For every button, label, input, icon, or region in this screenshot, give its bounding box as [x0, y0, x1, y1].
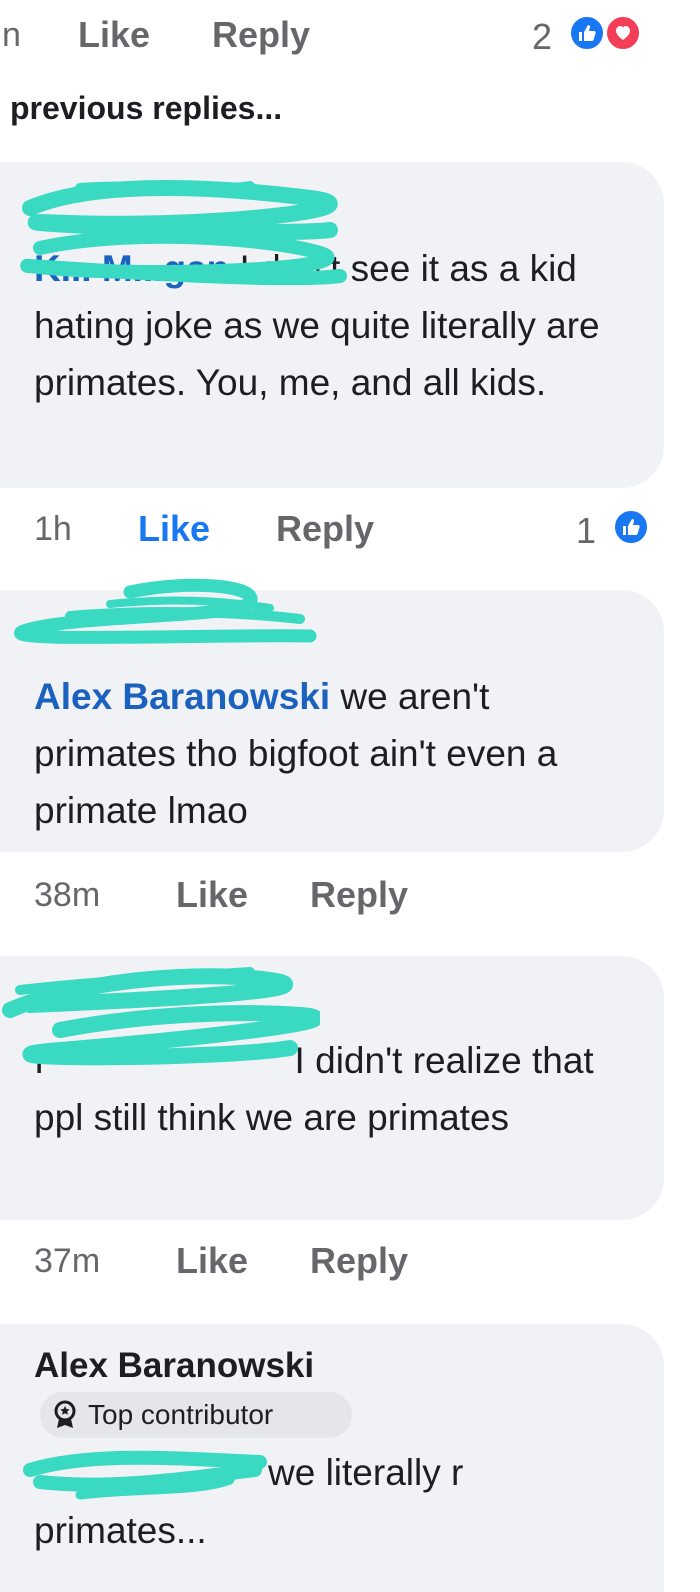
mention-link[interactable]: K... M...gan: [34, 248, 229, 289]
reaction-count: 2: [532, 16, 553, 57]
comment-bubble: Alex Baranowski we aren't primates tho b…: [0, 590, 664, 852]
comment-text: we literally r: [268, 1444, 463, 1501]
reaction-count: 1: [576, 510, 597, 551]
like-icon: [612, 508, 650, 546]
like-button[interactable]: Like: [78, 14, 150, 56]
like-button[interactable]: Like: [138, 508, 210, 550]
top-contributor-badge: Top contributor: [40, 1392, 352, 1438]
mention-link[interactable]: I: [34, 1040, 44, 1081]
award-icon: [54, 1400, 76, 1428]
comment-actions: 37m Like Reply: [0, 1240, 700, 1290]
reply-button[interactable]: Reply: [212, 14, 310, 56]
view-previous-replies-link[interactable]: previous replies...: [10, 90, 282, 127]
comment-body: I didn't realize that ppl still think we…: [34, 1040, 594, 1138]
like-button[interactable]: Like: [176, 1240, 248, 1282]
comment-text: I I didn't realize that ppl still think …: [34, 1032, 634, 1146]
comment-actions: 38m Like Reply: [0, 874, 700, 924]
comment-timestamp: 37m: [34, 1242, 101, 1280]
comment-timestamp: 1h: [34, 510, 72, 548]
comment-text: Alex Baranowski we aren't primates tho b…: [34, 668, 634, 839]
mention-link[interactable]: Alex Baranowski: [34, 676, 330, 717]
comment-text: K... M...gan I don’t see it as a kid hat…: [34, 240, 634, 411]
reply-button[interactable]: Reply: [310, 874, 408, 916]
comment-timestamp: 38m: [34, 876, 101, 914]
comment-bubble: I I didn't realize that ppl still think …: [0, 956, 664, 1220]
comment-bubble: K... M...gan I don’t see it as a kid hat…: [0, 162, 664, 488]
comment-body: we literally r: [268, 1452, 464, 1493]
comment-timestamp: n: [2, 16, 21, 54]
like-button[interactable]: Like: [176, 874, 248, 916]
love-icon: [604, 14, 642, 52]
reply-button[interactable]: Reply: [276, 508, 374, 550]
reply-button[interactable]: Reply: [310, 1240, 408, 1282]
comment-author[interactable]: Alex Baranowski: [34, 1346, 314, 1386]
comment-text-continued: primates...: [34, 1502, 207, 1559]
badge-label: Top contributor: [88, 1399, 274, 1430]
comment-body: primates...: [34, 1510, 207, 1551]
like-icon: [568, 14, 606, 52]
